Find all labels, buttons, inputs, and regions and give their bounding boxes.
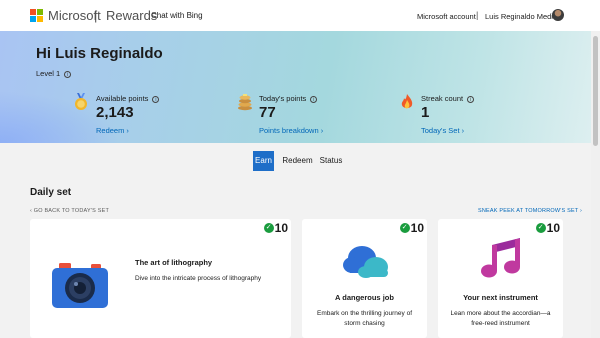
- avatar[interactable]: [552, 9, 564, 21]
- streak-count-value: 1: [421, 104, 430, 121]
- info-icon[interactable]: i: [310, 95, 318, 103]
- sneak-peek-link[interactable]: SNEAK PEEK AT TOMORROW'S SET ›: [478, 208, 582, 214]
- daily-set-card-instrument[interactable]: ✓ 10 Your next instrument Lean more abou…: [438, 219, 563, 338]
- storm-cloud-icon: [343, 246, 388, 278]
- card-description: Embark on the thrilling journey of storm…: [316, 310, 413, 327]
- checkmark-icon: ✓: [263, 223, 274, 233]
- greeting-heading: Hi Luis Reginaldo: [36, 45, 163, 62]
- info-icon[interactable]: i: [64, 70, 72, 78]
- level-indicator: Level 1i: [36, 69, 72, 78]
- microsoft-account-link[interactable]: Microsoft account: [417, 12, 476, 21]
- level-label: Level 1: [36, 69, 61, 78]
- scrollbar-thumb[interactable]: [593, 36, 598, 146]
- todays-points-label-text: Today's points: [259, 94, 307, 103]
- daily-set-heading: Daily set: [30, 187, 72, 198]
- daily-set-card-lithography[interactable]: ✓ 10 The art of lithography Dive into th…: [30, 219, 291, 338]
- available-points-label-text: Available points: [96, 94, 149, 103]
- music-note-icon: [481, 238, 520, 278]
- card-description: Lean more about the accordian—a free-ree…: [450, 310, 551, 327]
- card-title: Your next instrument: [463, 293, 538, 302]
- tab-earn[interactable]: Earn: [253, 151, 274, 171]
- available-points-label: Available points i: [96, 94, 160, 103]
- points-badge: ✓ 10: [399, 221, 424, 235]
- camera-icon: [52, 263, 108, 308]
- points-breakdown-link[interactable]: Points breakdown ›: [259, 126, 323, 135]
- microsoft-logo-icon[interactable]: [30, 9, 43, 22]
- pancake-stack-icon: [238, 94, 252, 111]
- streak-count-label: Streak count i: [421, 94, 475, 103]
- card-description: Dive into the intricate process of litho…: [135, 275, 262, 282]
- info-icon[interactable]: i: [467, 95, 475, 103]
- points-badge: ✓ 10: [263, 221, 288, 235]
- user-name[interactable]: Luis Reginaldo Medilo: [485, 12, 559, 21]
- card-title: A dangerous job: [335, 293, 394, 302]
- daily-set-card-storm-chasing[interactable]: ✓ 10 A dangerous job Embark on the thril…: [302, 219, 427, 338]
- card-points: 10: [410, 221, 424, 235]
- card-points: 10: [274, 221, 288, 235]
- card-title: The art of lithography: [135, 258, 213, 267]
- todays-points-label: Today's points i: [259, 94, 318, 103]
- redeem-link[interactable]: Redeem ›: [96, 126, 129, 135]
- info-icon[interactable]: i: [152, 95, 160, 103]
- chat-with-bing-link[interactable]: Chat with Bing: [151, 11, 203, 20]
- card-points: 10: [546, 221, 560, 235]
- todays-points-value: 77: [259, 104, 276, 121]
- account-divider: |: [476, 10, 479, 20]
- tab-status[interactable]: Status: [317, 151, 345, 171]
- flame-icon: [401, 94, 413, 109]
- header-divider: |: [94, 8, 98, 23]
- points-badge: ✓ 10: [535, 221, 560, 235]
- checkmark-icon: ✓: [399, 223, 410, 233]
- tab-redeem[interactable]: Redeem: [281, 151, 314, 171]
- go-back-link[interactable]: ‹ GO BACK TO TODAY'S SET: [30, 208, 109, 214]
- brand-name[interactable]: Microsoft: [48, 8, 101, 23]
- available-points-value: 2,143: [96, 104, 134, 121]
- todays-set-link[interactable]: Today's Set ›: [421, 126, 464, 135]
- medal-icon: [75, 93, 87, 110]
- streak-count-label-text: Streak count: [421, 94, 464, 103]
- top-navigation-bar: Microsoft | Rewards Chat with Bing Micro…: [0, 0, 600, 31]
- checkmark-icon: ✓: [535, 223, 546, 233]
- rewards-title[interactable]: Rewards: [106, 8, 157, 23]
